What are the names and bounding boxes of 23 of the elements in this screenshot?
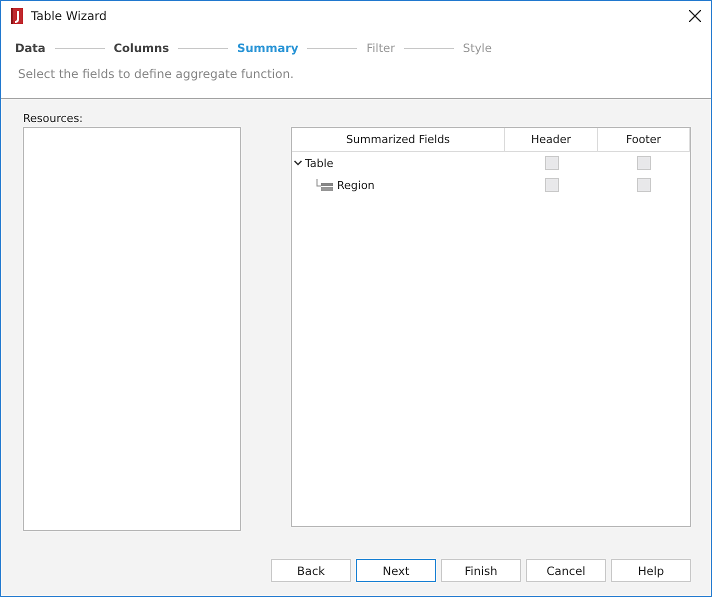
close-icon[interactable] bbox=[689, 10, 701, 22]
wizard-step: Style bbox=[462, 41, 492, 55]
dialog-button[interactable]: Cancel bbox=[526, 559, 606, 582]
instruction-text: Select the fields to define aggregate function. bbox=[18, 67, 295, 81]
resources-list[interactable] bbox=[23, 127, 241, 531]
resources-label: Resources: bbox=[23, 112, 84, 124]
dialog-button[interactable]: Finish bbox=[441, 559, 521, 582]
wizard-step: Summary bbox=[237, 41, 298, 55]
dialog-button[interactable]: Help bbox=[611, 559, 691, 582]
column-header[interactable]: Header bbox=[505, 128, 598, 151]
chevron-down-icon[interactable] bbox=[294, 160, 302, 166]
column-header[interactable]: Summarized Fields bbox=[292, 128, 505, 151]
tree-item-label[interactable]: Table bbox=[305, 156, 334, 170]
wizard-step: Data bbox=[15, 41, 46, 55]
app-logo-icon bbox=[11, 8, 23, 24]
field-icon bbox=[316, 179, 334, 191]
tree-item-label[interactable]: Region bbox=[337, 178, 375, 192]
dialog-button[interactable]: Back bbox=[271, 559, 351, 582]
dialog-button[interactable]: Next bbox=[356, 559, 436, 582]
column-header[interactable]: Footer bbox=[598, 128, 690, 151]
window-title: Table Wizard bbox=[31, 9, 108, 23]
wizard-step: Columns bbox=[114, 41, 170, 55]
wizard-step: Filter bbox=[366, 41, 395, 55]
